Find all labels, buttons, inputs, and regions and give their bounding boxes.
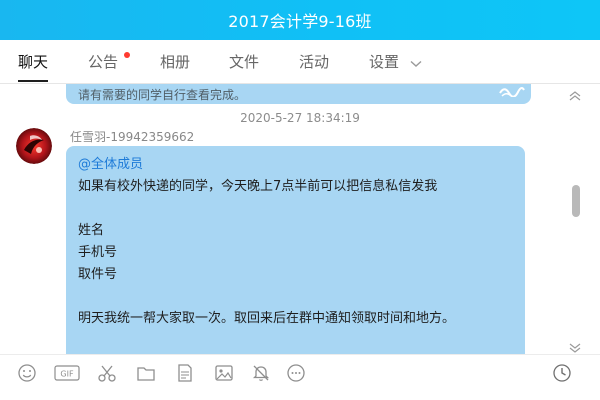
- tab-announcements-label: 公告: [88, 53, 119, 71]
- chevron-down-icon: [410, 41, 422, 85]
- tab-album-label: 相册: [160, 53, 191, 71]
- previous-message-text: 请有需要的同学自行查看完成。: [78, 88, 247, 102]
- tab-settings-label: 设置: [369, 53, 400, 71]
- mute-bell-icon[interactable]: [250, 362, 272, 384]
- emoji-icon[interactable]: [16, 362, 38, 384]
- folder-icon[interactable]: [135, 362, 157, 384]
- notification-dot: [124, 52, 130, 58]
- document-icon[interactable]: [174, 362, 196, 384]
- more-icon[interactable]: [285, 362, 307, 384]
- previous-message-bubble: 请有需要的同学自行查看完成。: [66, 84, 531, 104]
- message-line: 明天我统一帮大家取一次。取回来后在群中通知领取时间和地方。: [78, 311, 456, 326]
- gif-icon[interactable]: GIF: [54, 362, 80, 384]
- chat-window: 2017会计学9-16班 聊天 公告 相册 文件 活动 设置 请有需要的同学自行…: [0, 0, 600, 400]
- tab-settings[interactable]: 设置: [369, 40, 422, 84]
- scrollbar-thumb[interactable]: [572, 185, 580, 217]
- active-tab-underline: [18, 80, 49, 82]
- collapse-up-icon[interactable]: [569, 86, 581, 105]
- wave-decoration-icon: [499, 84, 525, 101]
- avatar[interactable]: [16, 128, 52, 164]
- image-icon[interactable]: [213, 362, 235, 384]
- message-timestamp: 2020-5-27 18:34:19: [240, 111, 360, 125]
- mention-all[interactable]: @全体成员: [78, 154, 513, 176]
- tab-announcements[interactable]: 公告: [88, 40, 130, 84]
- tab-files-label: 文件: [229, 53, 260, 71]
- tab-chat-label: 聊天: [18, 53, 49, 71]
- scissors-icon[interactable]: [96, 362, 118, 384]
- message-line: 如果有校外快递的同学，今天晚上7点半前可以把信息私信发我: [78, 179, 438, 194]
- history-clock-icon[interactable]: [551, 362, 573, 384]
- chat-message-list[interactable]: 请有需要的同学自行查看完成。 2020-5-27 18:34:19 任雪羽-19…: [0, 84, 600, 354]
- message-line: 手机号: [78, 245, 118, 260]
- title-bar: 2017会计学9-16班: [0, 0, 600, 40]
- message-line: 姓名: [78, 223, 105, 238]
- tab-files[interactable]: 文件: [229, 40, 259, 84]
- input-toolbar: GIF: [0, 354, 600, 400]
- tab-album[interactable]: 相册: [160, 40, 190, 84]
- group-title: 2017会计学9-16班: [228, 12, 372, 31]
- tab-chat[interactable]: 聊天: [18, 40, 49, 84]
- chat-scrollbar[interactable]: [568, 84, 582, 354]
- gif-label: GIF: [60, 370, 74, 379]
- tab-bar: 聊天 公告 相册 文件 活动 设置: [0, 40, 600, 84]
- sender-name: 任雪羽-19942359662: [70, 130, 195, 144]
- tab-activities-label: 活动: [299, 53, 330, 71]
- message-line: 取件号: [78, 267, 118, 282]
- tab-activities[interactable]: 活动: [299, 40, 329, 84]
- message-bubble[interactable]: @全体成员 如果有校外快递的同学，今天晚上7点半前可以把信息私信发我 姓名 手机…: [66, 146, 525, 354]
